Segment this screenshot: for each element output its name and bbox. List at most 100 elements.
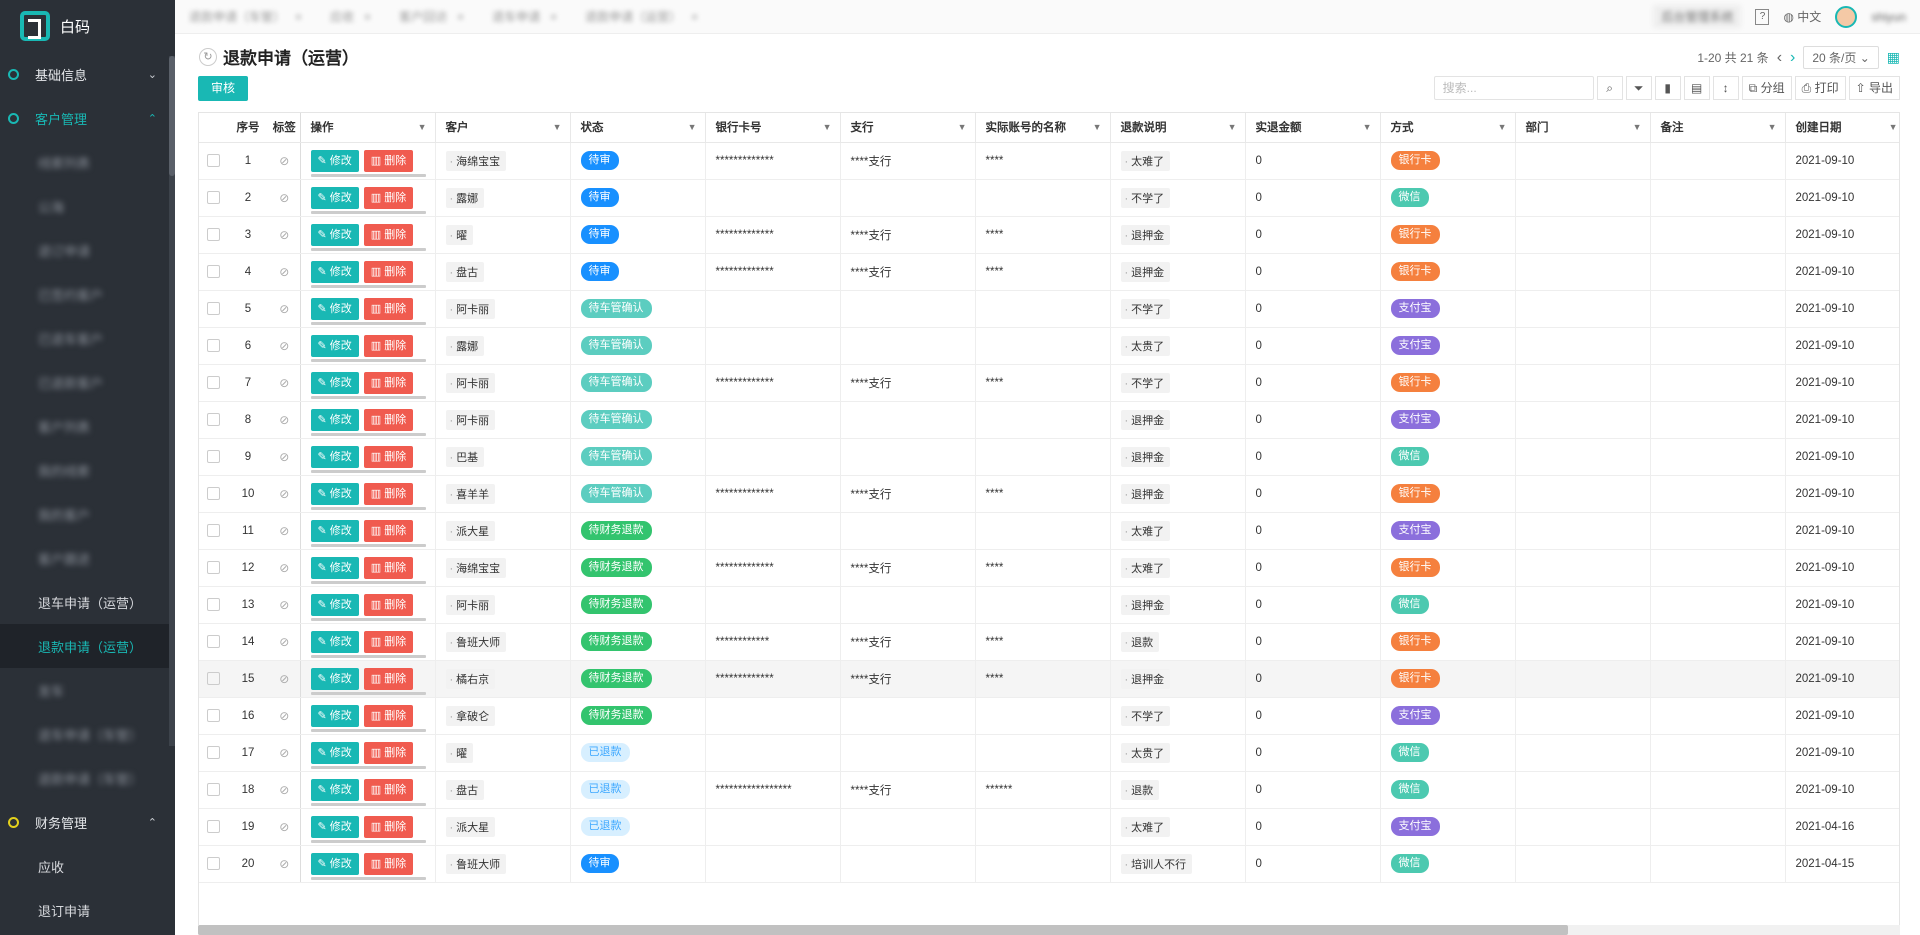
customer-chip[interactable]: 拿破仑 (445, 705, 496, 726)
paperclip-icon[interactable]: ⊘ (279, 302, 289, 316)
paperclip-icon[interactable]: ⊘ (279, 376, 289, 390)
paperclip-icon[interactable]: ⊘ (279, 228, 289, 242)
paperclip-icon[interactable]: ⊘ (279, 709, 289, 723)
reason-chip[interactable]: 退押金 (1120, 446, 1171, 467)
reason-cell[interactable]: 退押金 (1110, 475, 1246, 513)
reason-chip[interactable]: 太难了 (1120, 816, 1171, 837)
customer-cell[interactable]: 盘古 (435, 771, 571, 809)
edit-button[interactable]: ✎ 修改 (310, 334, 359, 357)
row-tag-cell[interactable]: ⊘ (269, 734, 301, 772)
header-status[interactable]: 状态 ▼ (570, 113, 706, 143)
customer-chip[interactable]: 巴基 (445, 446, 485, 467)
edit-button[interactable]: ✎ 修改 (310, 815, 359, 838)
sidebar-item[interactable]: 客户列表 (0, 404, 175, 448)
row-checkbox[interactable] (206, 413, 220, 426)
table-row[interactable]: 3⊘✎ 修改▥ 删除曜待审*****************支行****退押金0… (199, 216, 1899, 254)
sort-caret-icon[interactable]: ▼ (1498, 122, 1507, 132)
row-checkbox-cell[interactable] (199, 216, 227, 254)
grid-view-icon[interactable]: ▦ (1887, 49, 1900, 66)
customer-chip[interactable]: 鲁班大师 (445, 631, 507, 652)
paperclip-icon[interactable]: ⊘ (279, 450, 289, 464)
customer-cell[interactable]: 阿卡丽 (435, 290, 571, 328)
edit-button[interactable]: ✎ 修改 (310, 260, 359, 283)
table-row[interactable]: 5⊘✎ 修改▥ 删除阿卡丽待车管确认不学了0支付宝2021-09-10 (199, 290, 1899, 328)
reason-chip[interactable]: 退款 (1120, 631, 1160, 652)
edit-button[interactable]: ✎ 修改 (310, 704, 359, 727)
row-checkbox[interactable] (206, 376, 220, 389)
row-checkbox-cell[interactable] (199, 697, 227, 735)
customer-cell[interactable]: 拿破仑 (435, 697, 571, 735)
sidebar-item[interactable]: 退订申请 (0, 888, 175, 932)
language-switch[interactable]: ◍ 中文 (1783, 8, 1821, 25)
user-name[interactable]: shiyun (1871, 10, 1906, 24)
sidebar-item[interactable]: 公海 (0, 184, 175, 228)
customer-chip[interactable]: 喜羊羊 (445, 483, 496, 504)
chart-icon[interactable]: ▮ (1654, 76, 1681, 100)
row-tag-cell[interactable]: ⊘ (269, 327, 301, 365)
close-icon[interactable]: × (295, 10, 302, 24)
row-checkbox[interactable] (206, 154, 220, 167)
search-icon[interactable]: ⌕ (1596, 76, 1623, 100)
customer-chip[interactable]: 阿卡丽 (445, 409, 496, 430)
sort-caret-icon[interactable]: ▼ (1633, 122, 1642, 132)
row-checkbox[interactable] (206, 524, 220, 537)
edit-button[interactable]: ✎ 修改 (310, 445, 359, 468)
header-op[interactable]: 操作 ▼ (300, 113, 436, 143)
export-button[interactable]: ⇧ 导出 (1848, 76, 1900, 100)
sort-caret-icon[interactable]: ▼ (418, 122, 427, 132)
customer-cell[interactable]: 橘右京 (435, 660, 571, 698)
sort-caret-icon[interactable]: ▼ (688, 122, 697, 132)
row-tag-cell[interactable]: ⊘ (269, 660, 301, 698)
search-input[interactable]: 搜索... (1433, 76, 1594, 100)
sort-caret-icon[interactable]: ▼ (1363, 122, 1372, 132)
row-checkbox-cell[interactable] (199, 179, 227, 217)
customer-cell[interactable]: 喜羊羊 (435, 475, 571, 513)
reason-cell[interactable]: 退押金 (1110, 586, 1246, 624)
delete-button[interactable]: ▥ 删除 (363, 630, 414, 653)
paperclip-icon[interactable]: ⊘ (279, 635, 289, 649)
row-checkbox[interactable] (206, 191, 220, 204)
paperclip-icon[interactable]: ⊘ (279, 672, 289, 686)
top-tab[interactable]: 应收 × (316, 8, 385, 25)
sort-caret-icon[interactable]: ▼ (958, 122, 967, 132)
delete-button[interactable]: ▥ 删除 (363, 704, 414, 727)
paperclip-icon[interactable]: ⊘ (279, 487, 289, 501)
row-tag-cell[interactable]: ⊘ (269, 808, 301, 846)
delete-button[interactable]: ▥ 删除 (363, 334, 414, 357)
customer-cell[interactable]: 派大星 (435, 808, 571, 846)
reason-chip[interactable]: 不学了 (1120, 705, 1171, 726)
sidebar-item[interactable]: 退车申请（车管） (0, 712, 175, 756)
edit-button[interactable]: ✎ 修改 (310, 371, 359, 394)
sidebar-item[interactable]: 线索列表 (0, 140, 175, 184)
row-checkbox-cell[interactable] (199, 364, 227, 402)
edit-button[interactable]: ✎ 修改 (310, 630, 359, 653)
reason-cell[interactable]: 太贵了 (1110, 327, 1246, 365)
paperclip-icon[interactable]: ⊘ (279, 413, 289, 427)
reason-cell[interactable]: 不学了 (1110, 290, 1246, 328)
paperclip-icon[interactable]: ⊘ (279, 857, 289, 871)
customer-cell[interactable]: 露娜 (435, 179, 571, 217)
customer-chip[interactable]: 曜 (445, 224, 474, 245)
chevron-right-icon[interactable]: › (1790, 49, 1795, 67)
customer-cell[interactable]: 曜 (435, 734, 571, 772)
delete-button[interactable]: ▥ 删除 (363, 371, 414, 394)
header-card[interactable]: 银行卡号 ▼ (705, 113, 841, 143)
table-row[interactable]: 6⊘✎ 修改▥ 删除露娜待车管确认太贵了0支付宝2021-09-10 (199, 327, 1899, 365)
page-size-select[interactable]: 20 条/页 ⌄ (1803, 46, 1879, 69)
customer-cell[interactable]: 海绵宝宝 (435, 549, 571, 587)
customer-chip[interactable]: 阿卡丽 (445, 298, 496, 319)
edit-button[interactable]: ✎ 修改 (310, 556, 359, 579)
customer-chip[interactable]: 橘右京 (445, 668, 496, 689)
edit-button[interactable]: ✎ 修改 (310, 852, 359, 875)
reason-cell[interactable]: 培训人不行 (1110, 845, 1246, 883)
delete-button[interactable]: ▥ 删除 (363, 778, 414, 801)
row-checkbox[interactable] (206, 635, 220, 648)
reason-cell[interactable]: 退款 (1110, 623, 1246, 661)
reason-cell[interactable]: 太难了 (1110, 142, 1246, 180)
paperclip-icon[interactable]: ⊘ (279, 598, 289, 612)
customer-chip[interactable]: 海绵宝宝 (445, 557, 507, 578)
logo[interactable]: 白码 (0, 0, 175, 52)
group-button[interactable]: ⧉ 分组 (1741, 76, 1792, 100)
sort-caret-icon[interactable]: ▼ (1889, 122, 1898, 132)
header-remark[interactable]: 备注 ▼ (1650, 113, 1786, 143)
